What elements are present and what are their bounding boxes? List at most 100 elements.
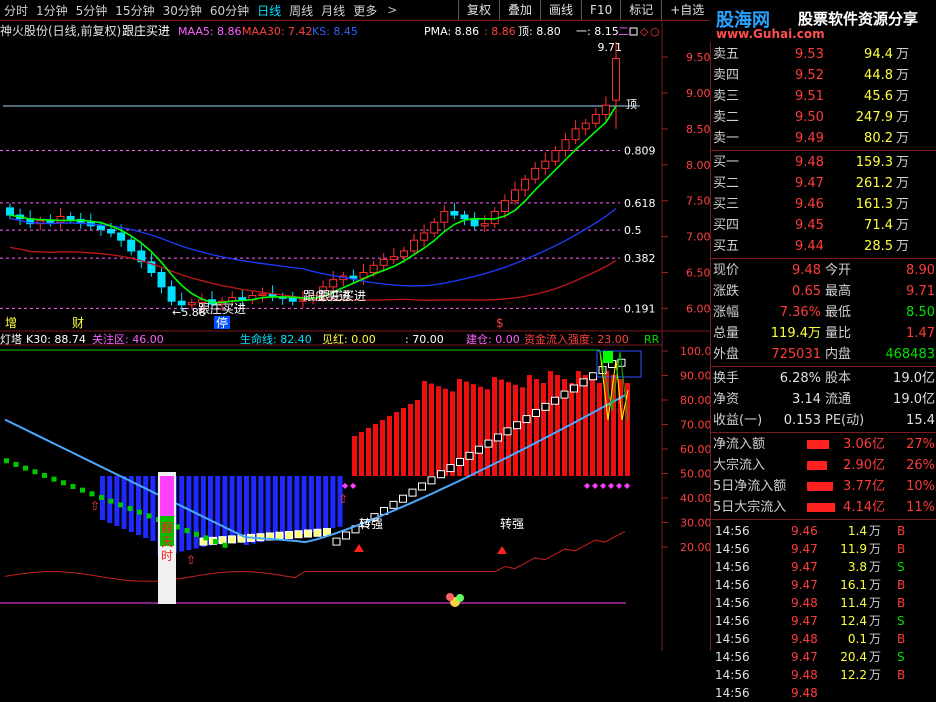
- tick-vol: 16.1: [840, 578, 867, 592]
- candle-body: [379, 259, 388, 266]
- candle-body: [349, 275, 358, 279]
- more-caret-icon[interactable]: >: [381, 3, 403, 17]
- stair-block: [494, 433, 502, 442]
- candle: [460, 210, 469, 226]
- flow-value: 3.06亿: [843, 437, 885, 452]
- unit-label: 万: [868, 596, 881, 610]
- tool-button-3[interactable]: F10: [581, 0, 620, 20]
- bid-row[interactable]: 买三 9.46 161.3 万: [711, 194, 936, 215]
- bid-vol: 161.3: [855, 197, 893, 212]
- tool-button-4[interactable]: 标记: [620, 0, 661, 20]
- histogram-bar-red: [429, 383, 434, 476]
- ask-row[interactable]: 卖四 9.52 44.8 万: [711, 65, 936, 86]
- sub-val70: : 70.00: [405, 333, 444, 346]
- tick-row: 14:56 9.47 16.1 万 B: [711, 576, 936, 594]
- tick-price: 9.47: [791, 542, 818, 556]
- stair-block: [579, 378, 588, 387]
- bid-price: 9.44: [795, 239, 824, 254]
- candle-body: [541, 160, 550, 169]
- histogram-bar: [280, 476, 285, 538]
- ask-row[interactable]: 卖三 9.51 45.6 万: [711, 86, 936, 107]
- sub-axis-label: 40.00: [680, 492, 710, 505]
- stat-value-2: 8.50: [906, 305, 935, 320]
- unit-label: 万: [868, 578, 881, 592]
- ask-label: 卖三: [713, 89, 740, 104]
- bid-price: 9.46: [795, 197, 824, 212]
- kline-chart[interactable]: 9.50 9.00 8.50 8.00 7.50 7.00 6.50 6.00 0.809 0.6…: [0, 21, 710, 651]
- candle-body: [6, 207, 14, 216]
- stat-value-2: 9.71: [906, 284, 935, 299]
- stat2-row: 换手 6.28% 股本 19.0亿: [711, 368, 936, 389]
- tick-price: 9.48: [791, 632, 818, 646]
- marker-cai: 财: [72, 316, 84, 330]
- stat-value-2: 1.47: [906, 326, 935, 341]
- timeframe-2[interactable]: 5分钟: [72, 2, 112, 19]
- bid-price: 9.45: [795, 218, 824, 233]
- ask-label: 卖四: [713, 68, 740, 83]
- green-dot: [213, 539, 218, 545]
- timeframe-3[interactable]: 15分钟: [111, 2, 158, 19]
- histogram-bar-red: [541, 383, 546, 476]
- histogram-bar-red: [352, 436, 357, 476]
- candle: [521, 174, 530, 197]
- sub-axis-label: 80.00: [680, 394, 710, 407]
- ask-row[interactable]: 卖五 9.53 94.4 万: [711, 44, 936, 65]
- up-arrow-icon: ⇧: [186, 553, 196, 567]
- candle-body: [420, 232, 429, 241]
- price-axis-label: 9.00: [686, 87, 710, 100]
- unit-label: 万: [868, 524, 881, 538]
- histogram-bar-red: [464, 381, 469, 476]
- sub-axis-label: 20.00: [680, 541, 710, 554]
- flow-pct: 26%: [906, 458, 935, 473]
- diamond-marker-icon: ◆: [584, 481, 591, 490]
- tool-button-1[interactable]: 叠加: [499, 0, 540, 20]
- sub-rr: RR: [644, 333, 660, 346]
- up-arrow-icon: ⇧: [90, 499, 100, 513]
- timeframe-6[interactable]: 日线: [253, 2, 285, 19]
- sub-axis-label: 100.00: [680, 345, 710, 358]
- tick-price: 9.46: [791, 524, 818, 538]
- tool-button-5[interactable]: +自选: [661, 0, 712, 20]
- unit-label: 万: [895, 68, 909, 83]
- stair-block: [513, 421, 521, 430]
- stair-block: [475, 445, 483, 454]
- tool-button-2[interactable]: 画线: [540, 0, 581, 20]
- stat2-value-2: 15.4: [906, 413, 935, 428]
- ask-row[interactable]: 卖一 9.49 80.2 万: [711, 128, 936, 149]
- stair-block: [228, 535, 236, 544]
- histogram-bar: [301, 476, 307, 534]
- candle: [541, 152, 550, 175]
- bid-row[interactable]: 买二 9.47 261.2 万: [711, 173, 936, 194]
- bid-row[interactable]: 买五 9.44 28.5 万: [711, 236, 936, 257]
- bid-row[interactable]: 买四 9.45 71.4 万: [711, 215, 936, 236]
- maa5-value: MAA5: 8.86: [178, 25, 242, 38]
- timeframe-5[interactable]: 60分钟: [206, 2, 253, 19]
- candle-body: [511, 189, 519, 202]
- unit-label: 万: [895, 239, 909, 254]
- tick-time: 14:56: [715, 614, 750, 628]
- ask-price: 9.52: [795, 68, 824, 83]
- top-marker: 顶: [626, 98, 637, 111]
- timeframe-9[interactable]: 更多: [349, 2, 381, 19]
- tick-side: S: [897, 560, 905, 574]
- sub-axis-label: 50.00: [680, 468, 710, 481]
- candle-body: [450, 210, 459, 216]
- tick-time: 14:56: [715, 542, 750, 556]
- brand-url[interactable]: www.Guhai.com: [716, 27, 825, 41]
- price-axis-label: 6.50: [686, 267, 710, 280]
- timeframe-4[interactable]: 30分钟: [159, 2, 206, 19]
- histogram-bar: [150, 476, 156, 541]
- tool-button-0[interactable]: 复权: [458, 0, 499, 20]
- ask-label: 卖一: [713, 131, 740, 146]
- unit-label: 万: [868, 542, 881, 556]
- zhuanqiang-label-2: 转强: [500, 516, 524, 531]
- candle: [6, 203, 14, 220]
- ask-row[interactable]: 卖二 9.50 247.9 万: [711, 107, 936, 128]
- timeframe-0[interactable]: 分时: [0, 2, 32, 19]
- candle-body: [531, 167, 540, 180]
- timeframe-7[interactable]: 周线: [285, 2, 317, 19]
- timeframe-8[interactable]: 月线: [317, 2, 349, 19]
- bid-row[interactable]: 买一 9.48 159.3 万: [711, 152, 936, 173]
- price-axis-label: 6.00: [686, 302, 710, 315]
- timeframe-1[interactable]: 1分钟: [32, 2, 72, 19]
